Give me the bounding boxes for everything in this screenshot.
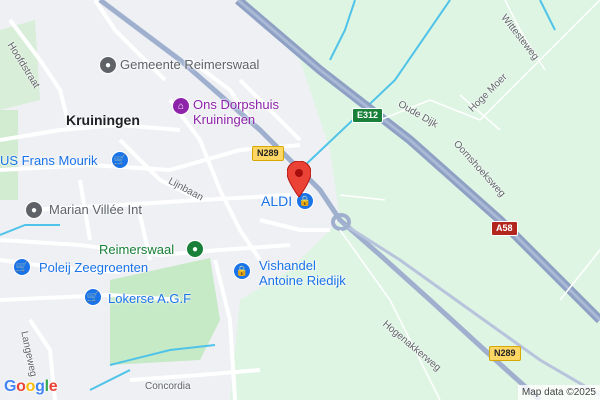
town-label: Kruiningen <box>66 112 140 128</box>
road-shield-a58: A58 <box>491 221 518 236</box>
place-gemeente[interactable]: Gemeente Reimerswaal <box>120 58 259 72</box>
map-attribution[interactable]: Map data ©2025 <box>517 385 600 400</box>
road-shield-e312: E312 <box>352 108 384 123</box>
location-pin-icon[interactable] <box>287 161 311 197</box>
shopping-cart-icon[interactable]: 🛒 <box>13 258 31 276</box>
google-logo: Google <box>4 378 58 395</box>
shopping-bag-icon[interactable]: 🔒 <box>233 262 251 280</box>
place-vishandel[interactable]: Vishandel Antoine Riedijk <box>259 258 346 288</box>
park-icon[interactable]: ● <box>186 240 204 258</box>
place-frans-mourik[interactable]: US Frans Mourik <box>0 153 98 168</box>
place-poleij[interactable]: Poleij Zeegroenten <box>39 260 148 275</box>
landmark-icon[interactable]: ● <box>25 201 43 219</box>
road-shield-n289: N289 <box>489 346 521 361</box>
landmark-icon[interactable]: ● <box>99 56 117 74</box>
shopping-cart-icon[interactable]: 🛒 <box>111 151 129 169</box>
building-icon[interactable]: ⌂ <box>172 97 190 115</box>
place-reimerswaal[interactable]: Reimerswaal <box>99 243 174 257</box>
place-marian-villee[interactable]: Marian Villée Int <box>49 203 142 217</box>
shopping-cart-icon[interactable]: 🛒 <box>84 288 102 306</box>
street-concordia: Concordia <box>145 381 191 392</box>
road-shield-n289: N289 <box>252 146 284 161</box>
place-lokerse[interactable]: Lokerse A.G.F <box>108 291 191 306</box>
place-dorpshuis[interactable]: Ons Dorpshuis Kruiningen <box>193 97 279 127</box>
